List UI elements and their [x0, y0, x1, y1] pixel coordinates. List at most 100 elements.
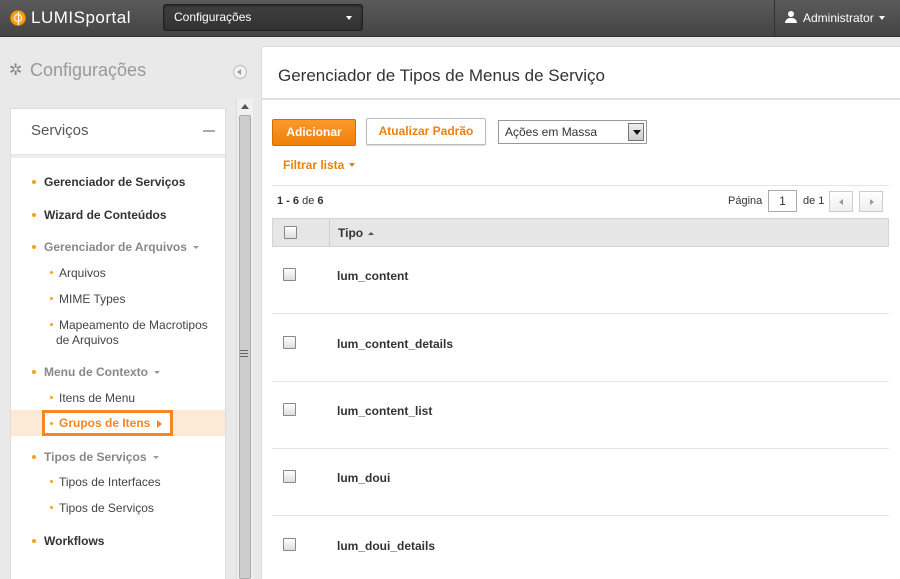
sidebar-item-label: Menu de Contexto: [44, 365, 148, 379]
globe-icon: [10, 10, 26, 26]
gear-icon: ✲: [9, 62, 23, 79]
sidebar-item-label: Gerenciador de Serviços: [44, 175, 186, 189]
sidebar-item-label: Gerenciador de Arquivos: [44, 240, 187, 254]
logo-text: LUMISportal: [31, 8, 131, 28]
cell-tipo[interactable]: lum_content_details: [337, 337, 453, 351]
count-total: 6: [317, 195, 324, 207]
chevron-down-icon: [346, 16, 352, 20]
chevron-down-icon: [154, 371, 160, 374]
bullet-icon: [50, 506, 53, 509]
bullet-icon: [50, 323, 53, 326]
sidebar-item-label: Tipos de Interfaces: [59, 475, 161, 489]
bullet-icon: [32, 370, 36, 374]
sidebar-item-label: Workflows: [44, 534, 105, 548]
dropdown-arrow-icon[interactable]: [628, 123, 644, 141]
top-bar: LUMISportal Configurações Administrator: [0, 0, 900, 37]
chevron-down-icon: [192, 246, 199, 249]
scroll-up-icon[interactable]: [241, 104, 249, 109]
main-content: Gerenciador de Tipos de Menus de Serviço…: [261, 46, 900, 579]
bullet-icon: [32, 455, 36, 459]
reset-defaults-button[interactable]: Atualizar Padrão: [366, 118, 486, 145]
scroll-thumb[interactable]: [239, 115, 251, 579]
panel-title: Serviços: [31, 122, 89, 139]
page-input[interactable]: 1: [768, 190, 797, 212]
mass-actions-value: Ações em Massa: [505, 125, 598, 139]
divider: [272, 185, 889, 186]
minus-icon[interactable]: [203, 130, 215, 132]
sidebar-item-label: Arquivos: [59, 266, 106, 280]
sidebar-scrollbar[interactable]: [236, 98, 253, 579]
bullet-icon: [50, 396, 53, 399]
user-menu[interactable]: Administrator: [774, 0, 900, 37]
cell-tipo[interactable]: lum_content_list: [337, 404, 432, 418]
sidebar-item-label: Tipos de Serviços: [44, 450, 147, 464]
page-label: Página: [728, 195, 763, 207]
collapse-sidebar-button[interactable]: [233, 65, 247, 79]
user-icon: [785, 11, 797, 23]
cell-tipo[interactable]: lum_doui: [337, 471, 390, 485]
chevron-down-icon: [152, 456, 159, 459]
prev-page-button[interactable]: [829, 191, 853, 212]
logo-suffix: portal: [85, 8, 131, 27]
table-row[interactable]: lum_content_list: [272, 382, 889, 449]
sidebar-item-label: Wizard de Conteúdos: [44, 208, 167, 222]
column-divider: [329, 219, 330, 246]
filter-label: Filtrar lista: [283, 158, 345, 172]
bullet-icon: [32, 180, 36, 184]
sidebar-item-label: Tipos de Serviços: [59, 501, 154, 515]
select-all-checkbox[interactable]: [284, 226, 297, 239]
sidebar-item-mapeamento-de-macrotipos[interactable]: Mapeamento de Macrotipos de Arquivos: [11, 318, 225, 348]
next-page-button[interactable]: [859, 191, 883, 212]
sidebar-title: Configurações: [30, 60, 147, 80]
bullet-icon: [50, 271, 53, 274]
sidebar-item-label: Mapeamento de Macrotipos: [59, 318, 208, 332]
table-row[interactable]: lum_doui: [272, 449, 889, 516]
table-row[interactable]: lum_content_details: [272, 315, 889, 382]
cell-tipo[interactable]: lum_content: [337, 269, 408, 283]
app-select[interactable]: Configurações: [163, 4, 363, 31]
sort-ascending-icon: [368, 232, 375, 235]
divider: [11, 155, 225, 158]
user-name: Administrator: [803, 11, 874, 25]
sidebar-item-label: Grupos de Itens: [59, 416, 151, 430]
row-checkbox[interactable]: [283, 538, 296, 551]
bullet-icon: [50, 422, 53, 425]
page-title: Gerenciador de Tipos de Menus de Serviço: [278, 66, 605, 85]
bullet-icon: [32, 213, 36, 217]
page-total: de 1: [803, 195, 825, 207]
chevron-down-icon: [878, 16, 885, 20]
bullet-icon: [50, 480, 53, 483]
column-header-label: Tipo: [338, 226, 364, 240]
bullet-icon: [32, 539, 36, 543]
sidebar-item-label: MIME Types: [59, 292, 126, 306]
app-select-value: Configurações: [174, 10, 252, 24]
arrow-right-icon: [157, 420, 162, 428]
count-of: de: [302, 195, 315, 207]
cell-tipo[interactable]: lum_doui_details: [337, 539, 435, 553]
lumisportal-logo[interactable]: LUMISportal: [10, 7, 131, 29]
row-checkbox[interactable]: [283, 470, 296, 483]
sidebar-item-grupos-de-itens[interactable]: Grupos de Itens: [42, 410, 173, 436]
add-button[interactable]: Adicionar: [272, 119, 356, 146]
sidebar-item-label: de Arquivos: [56, 333, 119, 347]
logo-prefix: LUMIS: [31, 8, 86, 27]
resize-grip-icon[interactable]: [240, 350, 248, 357]
count-range: 1 - 6: [277, 195, 300, 207]
bullet-icon: [50, 297, 53, 300]
panel-header[interactable]: Serviços: [11, 109, 225, 155]
filter-list-link[interactable]: Filtrar lista: [283, 158, 356, 172]
table-row[interactable]: lum_doui_details: [272, 517, 889, 579]
row-checkbox[interactable]: [283, 403, 296, 416]
column-header-tipo[interactable]: Tipo: [338, 226, 375, 240]
services-panel: Serviços Gerenciador de Serviços Wizard …: [10, 108, 226, 579]
mass-actions-select[interactable]: Ações em Massa: [498, 120, 647, 144]
bullet-icon: [32, 245, 36, 249]
row-checkbox[interactable]: [283, 336, 296, 349]
sidebar-item-label: Itens de Menu: [59, 391, 136, 405]
row-checkbox[interactable]: [283, 268, 296, 281]
chevron-down-icon: [349, 163, 356, 167]
table-row[interactable]: lum_content: [272, 247, 889, 314]
record-count: 1 - 6 de 6: [277, 195, 324, 207]
divider: [262, 98, 900, 100]
table-header: Tipo: [272, 218, 889, 247]
